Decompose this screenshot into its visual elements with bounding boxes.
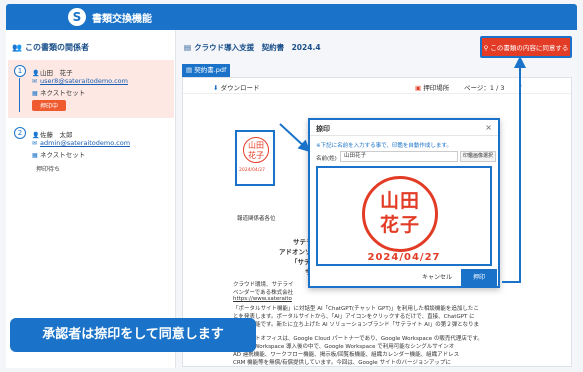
stamp-preview: 山田 花子 2024/04/27 xyxy=(316,166,492,266)
approver-email-row: ✉ user8@sateraitodemo.com xyxy=(32,77,128,85)
app-logo: S xyxy=(68,8,86,26)
file-tab-label: 契約書.pdf xyxy=(194,66,227,74)
document-stamp: 山田 花子 xyxy=(243,137,269,163)
chevron-right-icon[interactable]: › xyxy=(519,81,522,90)
breadcrumb: ▤ クラウド導入支援 契約書 2024.4 xyxy=(184,42,321,53)
approver-name-row: 👤佐藤 太郎 xyxy=(32,129,73,139)
app-header: S 書類交換機能 xyxy=(6,4,577,30)
name-label: 名前(姓) xyxy=(316,156,337,162)
doc-line: サテライトオフィスは、Google Cloud パートナーであり、Google … xyxy=(233,336,483,342)
name-input[interactable]: 山田花子 xyxy=(340,151,458,162)
stamp-date: 2024/04/27 xyxy=(367,252,441,263)
breadcrumb-label: クラウド導入支援 契約書 2024.4 xyxy=(194,43,321,52)
step-connector xyxy=(19,78,20,112)
stamp-line-2: 花子 xyxy=(248,151,264,160)
step-number: 2 xyxy=(14,127,26,139)
download-label: ダウンロード xyxy=(220,84,260,92)
stamp-line-1: 山田 xyxy=(379,190,420,212)
document-stamp-highlight: 山田 花子 2024/04/27 xyxy=(235,130,275,186)
agree-button-label: この書類の内容に同意する xyxy=(490,44,569,52)
doc-line: ベンダーである株式会社 xyxy=(233,290,294,296)
sidebar-heading: 👥 この書類の関係者 xyxy=(12,42,89,53)
approver-name: 山田 花子 xyxy=(40,69,73,77)
document-icon: ▤ xyxy=(186,66,195,74)
doc-line: Google Workspace 導入後の中で、Google Workspace… xyxy=(233,344,455,350)
user-icon: 👤 xyxy=(32,70,40,77)
approver-company-row: ▦ ネクストセット xyxy=(32,149,85,159)
stamp-icon: ▣ xyxy=(415,84,424,92)
viewer-toolbar: ⬇ ダウンロード ▣ 押印場所 ページ：1 / 3 › xyxy=(183,78,571,94)
doc-line: AD 連携機能、ワークフロー機能、掲示板/回覧板機能、組織カレンダー機能、組織ア… xyxy=(233,352,460,358)
cancel-button[interactable]: キャンセル xyxy=(422,272,452,281)
close-icon[interactable]: × xyxy=(485,123,492,132)
stamp-line-2: 花子 xyxy=(379,214,420,236)
building-icon: ▦ xyxy=(32,152,38,159)
stamp-line-1: 山田 xyxy=(248,141,264,150)
doc-title-line: アドオンソ xyxy=(279,248,312,256)
status-badge: 押印中 xyxy=(32,100,67,111)
approver-email[interactable]: admin@sateraitodemo.com xyxy=(40,139,130,147)
page-indicator: ページ：1 / 3 xyxy=(464,84,505,92)
approver-company: ネクストセット xyxy=(40,89,86,97)
download-button[interactable]: ⬇ ダウンロード xyxy=(213,82,260,92)
file-tab[interactable]: ▤ 契約書.pdf xyxy=(182,64,230,77)
app-title: 書類交換機能 xyxy=(92,14,152,25)
approver-card-1[interactable]: 1 👤山田 花子 ✉ user8@sateraitodemo.com ▦ ネクストセ… xyxy=(8,60,174,118)
doc-line: 質問が可能です。新たに立ち上げた AI ソリューションブランド「サテライト AI… xyxy=(233,322,480,328)
stamp-date: 2024/04/27 xyxy=(239,168,265,173)
dialog-header: 捺印 × xyxy=(310,120,498,136)
generated-stamp: 山田 花子 xyxy=(362,176,438,252)
approver-name: 佐藤 太郎 xyxy=(40,131,73,139)
approver-name-row: 👤山田 花子 xyxy=(32,67,73,77)
doc-addressee: 報道関係者各位 xyxy=(237,216,276,222)
doc-line: クラウド環境、サテライ xyxy=(233,282,294,288)
stamp-image-select-button[interactable]: 印鑑画像選択 xyxy=(460,151,496,162)
sidebar-heading-label: この書類の関係者 xyxy=(24,43,89,52)
dialog-note: ※下記に名前を入力する事で、印鑑を自動作成します。 xyxy=(316,143,452,149)
approver-email[interactable]: user8@sateraitodemo.com xyxy=(40,77,128,85)
caption-banner: 承認者は捺印をして同意します xyxy=(10,318,256,352)
approver-company: ネクストセット xyxy=(40,151,86,159)
stamp-place-button[interactable]: ▣ 押印場所 xyxy=(415,82,449,92)
user-icon: 👤 xyxy=(32,132,40,139)
document-icon: ▤ xyxy=(184,43,192,52)
doc-line: CRM 機能等を無償/有償提供しています。今回は、Google サイトのバージョ… xyxy=(233,360,451,366)
doc-line: とを発表します。ポータルサイトから、「AI」アイコンをクリックするだけで、直接、… xyxy=(233,314,475,320)
approver-company-row: ▦ ネクストセット xyxy=(32,87,85,97)
stamp-dialog: 捺印 × ※下記に名前を入力する事で、印鑑を自動作成します。 名前(姓) 山田花… xyxy=(308,118,500,288)
step-number: 1 xyxy=(14,65,26,77)
doc-line: 「ポータルサイト機能」に対話型 AI「ChatGPT(チャット GPT)」を利用… xyxy=(233,306,479,312)
status-text: 押印待ち xyxy=(36,166,61,173)
mail-icon: ✉ xyxy=(32,78,38,85)
download-icon: ⬇ xyxy=(213,84,221,92)
agree-button[interactable]: ⚲ この書類の内容に同意する xyxy=(480,36,572,58)
dialog-title: 捺印 xyxy=(316,125,330,133)
approver-card-2[interactable]: 2 👤佐藤 太郎 ✉ admin@sateraitodemo.com ▦ ネクストセ… xyxy=(8,122,174,180)
stamp-place-label: 押印場所 xyxy=(423,84,450,92)
building-icon: ▦ xyxy=(32,90,38,97)
doc-link[interactable]: https://www.sateraito xyxy=(233,296,292,302)
stamp-ok-button[interactable]: 押印 xyxy=(461,269,497,286)
people-icon: 👥 xyxy=(12,43,22,52)
approver-email-row: ✉ admin@sateraitodemo.com xyxy=(32,139,130,147)
mail-icon: ✉ xyxy=(32,140,38,147)
